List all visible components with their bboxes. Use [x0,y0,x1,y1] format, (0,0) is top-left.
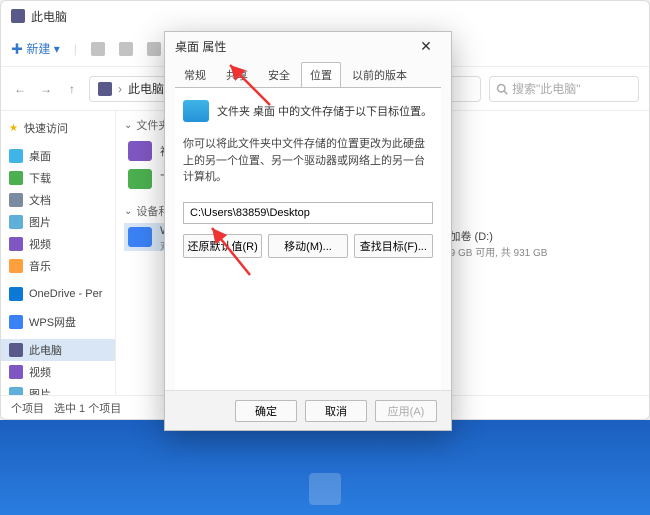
sidebar-item-wps[interactable]: WPS网盘 [1,311,115,333]
folder-text: 文件夹 桌面 中的文件存储于以下目标位置。 [217,103,432,119]
tab-security[interactable]: 安全 [259,62,299,87]
sidebar-item-documents[interactable]: 文档 [1,189,115,211]
search-box[interactable]: 搜索"此电脑" [489,76,639,102]
sidebar-item-thispc[interactable]: 此电脑 [1,339,115,361]
restore-button[interactable]: 还原默认值(R) [183,234,262,258]
up-button[interactable]: ↑ [63,80,81,98]
forward-button[interactable]: → [37,80,55,98]
sidebar-item-pictures2[interactable]: 图片 [1,383,115,395]
sidebar-item-downloads[interactable]: 下载 [1,167,115,189]
copy-icon[interactable] [119,42,133,56]
path-segment[interactable]: 此电脑 [128,80,164,97]
back-button[interactable]: ← [11,80,29,98]
dialog-footer: 确定 取消 应用(A) [165,390,451,430]
titlebar: 此电脑 [1,1,649,31]
sidebar-item-videos[interactable]: 视频 [1,233,115,255]
sidebar-item-videos2[interactable]: 视频 [1,361,115,383]
dialog-desc: 你可以将此文件夹中文件存储的位置更改为此硬盘上的另一个位置、另一个驱动器或网络上… [183,136,433,186]
taskbar [0,420,650,515]
search-icon [496,83,508,95]
tab-general[interactable]: 常规 [175,62,215,87]
sidebar-quick-access[interactable]: ★快速访问 [1,117,115,139]
sidebar-item-onedrive[interactable]: OneDrive - Per [1,283,115,305]
tab-location[interactable]: 位置 [301,62,341,87]
tab-previous[interactable]: 以前的版本 [343,62,416,87]
search-placeholder: 搜索"此电脑" [512,80,581,97]
cut-icon[interactable] [91,42,105,56]
close-button[interactable]: ✕ [411,38,441,55]
find-button[interactable]: 查找目标(F)... [354,234,433,258]
sidebar-item-music[interactable]: 音乐 [1,255,115,277]
dialog-titlebar: 桌面 属性 ✕ [165,32,451,60]
dialog-tabs: 常规 共享 安全 位置 以前的版本 [165,60,451,87]
cancel-button[interactable]: 取消 [305,400,367,422]
move-button[interactable]: 移动(M)... [268,234,347,258]
new-button[interactable]: ✚ 新建 ▾ [11,40,60,57]
folder-icon [183,100,209,122]
sidebar-item-pictures[interactable]: 图片 [1,211,115,233]
dialog-body: 文件夹 桌面 中的文件存储于以下目标位置。 你可以将此文件夹中文件存储的位置更改… [175,87,441,390]
status-items: 个项目 [11,400,44,416]
ok-button[interactable]: 确定 [235,400,297,422]
properties-dialog: 桌面 属性 ✕ 常规 共享 安全 位置 以前的版本 文件夹 桌面 中的文件存储于… [164,31,452,431]
dialog-title: 桌面 属性 [175,38,226,55]
window-title: 此电脑 [31,8,67,25]
paste-icon[interactable] [147,42,161,56]
toolbar-sep: | [74,42,77,56]
status-selected: 选中 1 个项目 [54,400,121,416]
pc-icon [11,9,25,23]
taskbar-icon[interactable] [309,473,341,505]
apply-button[interactable]: 应用(A) [375,400,437,422]
pc-icon [98,82,112,96]
path-input[interactable] [183,202,433,224]
sidebar-item-desktop[interactable]: 桌面 [1,145,115,167]
sidebar: ★快速访问 桌面 下载 文档 图片 视频 音乐 OneDrive - Per W… [1,111,116,395]
tab-share[interactable]: 共享 [217,62,257,87]
